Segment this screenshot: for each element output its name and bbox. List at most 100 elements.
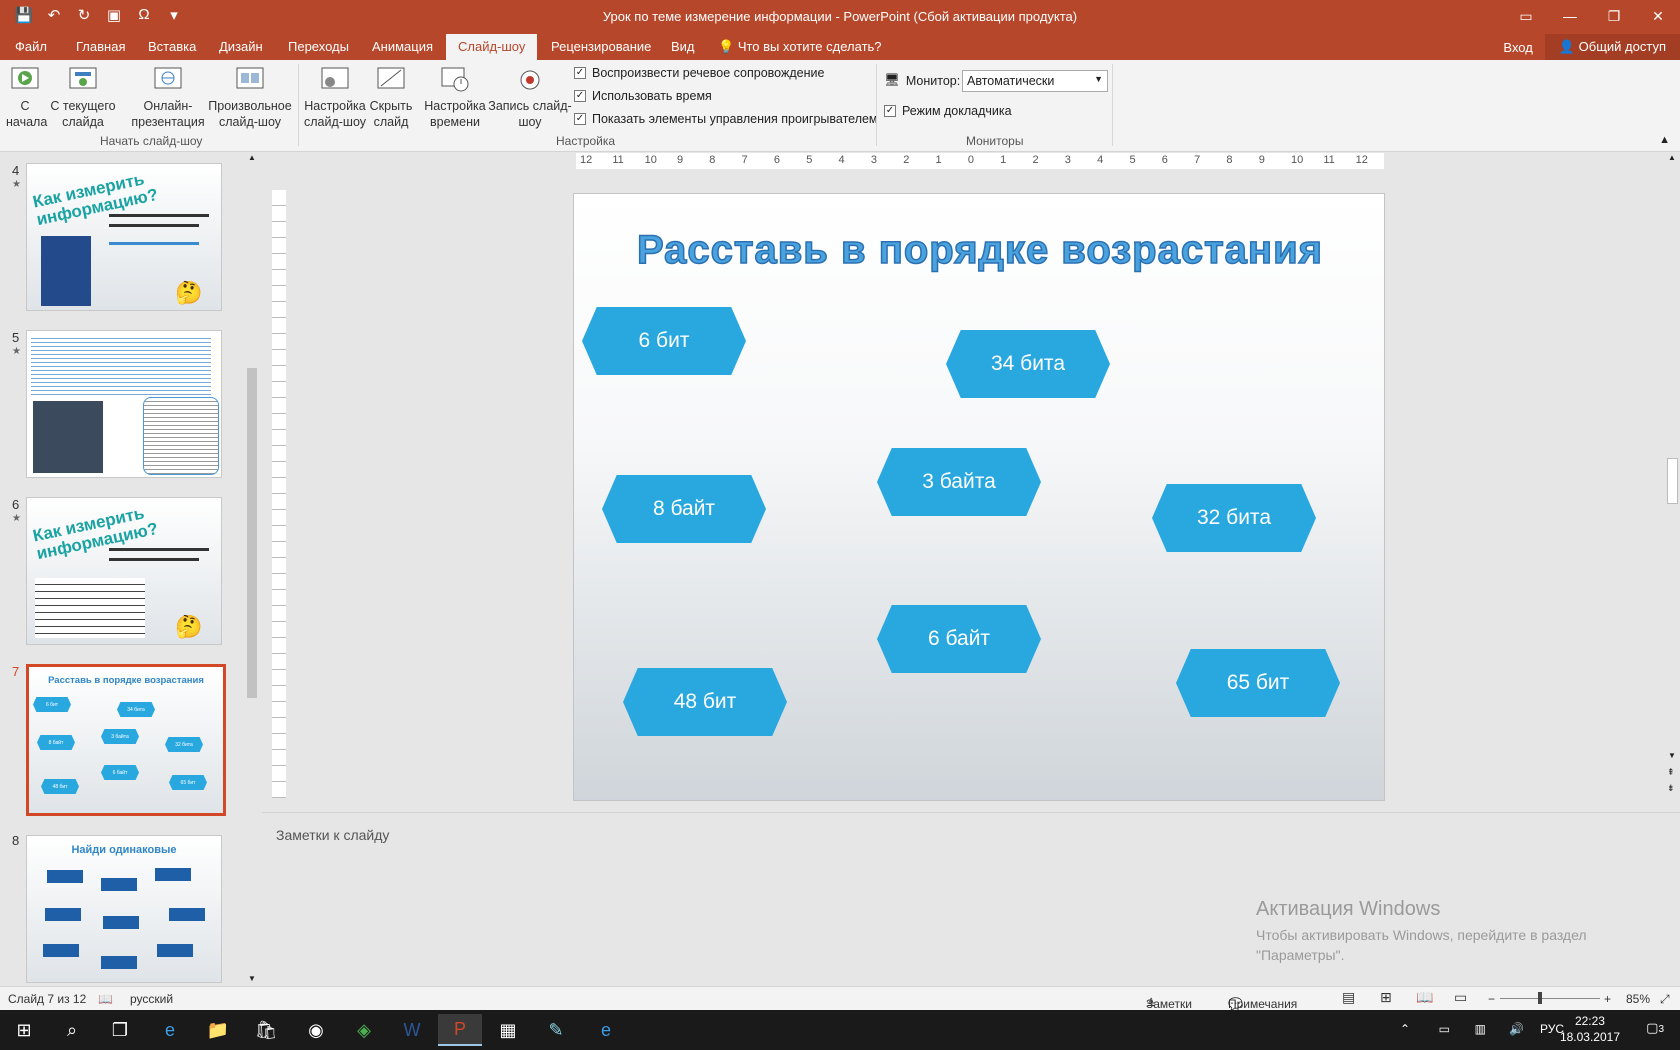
record-show-button[interactable]: Запись слайд- шоу (488, 64, 572, 130)
tab-insert[interactable]: Вставка (148, 39, 196, 54)
scroll-thumb[interactable] (247, 368, 257, 698)
zoom-out-icon[interactable]: − (1488, 992, 1495, 1006)
minimize-icon[interactable]: — (1548, 0, 1592, 32)
thumbnail-slide-6[interactable]: Как измерить информацию? 🤔 (26, 497, 222, 645)
edge-icon[interactable]: e (148, 1014, 192, 1046)
language-indicator[interactable]: русский (130, 992, 173, 1006)
monitor-dropdown[interactable]: Автоматически ▼ (962, 70, 1108, 92)
hex-item-65-bit[interactable]: 65 бит (1176, 649, 1340, 717)
hex-item-6-bayt[interactable]: 6 байт (877, 605, 1041, 673)
use-timings-label: Использовать время (592, 89, 712, 103)
normal-view-icon[interactable]: ▤ (1342, 989, 1355, 1006)
tab-view[interactable]: Вид (671, 39, 695, 54)
hide-slide-button[interactable]: Скрыть слайд (368, 64, 414, 130)
winrar-icon[interactable]: ▦ (486, 1014, 530, 1046)
powerpoint-icon[interactable]: P (438, 1014, 482, 1046)
app-icon[interactable]: ◈ (342, 1014, 386, 1046)
current-slide[interactable]: Расставь в порядке возрастания 6 бит 34 … (573, 193, 1385, 801)
tab-home[interactable]: Главная (76, 39, 125, 54)
hex-item-34-bita[interactable]: 34 бита (946, 330, 1110, 398)
thumbnail-slide-7[interactable]: Расставь в порядке возрастания 6 бит 34 … (26, 664, 226, 816)
scroll-down-icon[interactable]: ▼ (1668, 751, 1676, 760)
zoom-slider[interactable] (1500, 998, 1600, 999)
people-icon[interactable]: ⌃ (1400, 1022, 1410, 1036)
ruler-tick-label: 1 (935, 154, 942, 166)
store-icon[interactable]: 🛍 (244, 1014, 288, 1046)
tell-me-search[interactable]: 💡 Что вы хотите сделать? (718, 39, 882, 55)
notes-placeholder[interactable]: Заметки к слайду (276, 827, 389, 843)
notifications-icon[interactable]: ▢3 (1646, 1020, 1664, 1036)
slide-sorter-icon[interactable]: ⊞ (1380, 989, 1392, 1006)
scroll-thumb[interactable] (1667, 458, 1678, 504)
media-controls-checkbox[interactable]: ✓ Показать элементы управления проигрыва… (574, 112, 878, 126)
hex-item-48-bit[interactable]: 48 бит (623, 668, 787, 736)
tab-transitions[interactable]: Переходы (288, 39, 349, 54)
previous-slide-icon[interactable]: ⇞ (1667, 767, 1675, 778)
tab-review[interactable]: Рецензирование (551, 39, 651, 54)
battery-icon[interactable]: ▭ (1439, 1022, 1450, 1036)
system-clock[interactable]: 22:23 18.03.2017 (1560, 1013, 1620, 1045)
thumb-block (43, 944, 79, 957)
online-present-button[interactable]: Онлайн- презентация (126, 64, 210, 130)
slide-title[interactable]: Расставь в порядке возрастания (574, 227, 1386, 273)
scroll-up-icon[interactable]: ▲ (1668, 153, 1676, 162)
network-icon[interactable]: ▥ (1475, 1022, 1486, 1036)
notepad-icon[interactable]: ✎ (534, 1014, 578, 1046)
tab-design[interactable]: Дизайн (219, 39, 263, 54)
status-bar: Слайд 7 из 12 📖 русский ≜ Заметки 💬 Прим… (0, 986, 1680, 1011)
scroll-up-icon[interactable]: ▲ (248, 153, 256, 162)
hex-item-32-bita[interactable]: 32 бита (1152, 484, 1316, 552)
custom-label-2: слайд-шоу (218, 115, 282, 129)
hex-item-8-bayt[interactable]: 8 байт (602, 475, 766, 543)
file-explorer-icon[interactable]: 📁 (196, 1014, 240, 1046)
hex-item-6-bit[interactable]: 6 бит (582, 307, 746, 375)
vertical-ruler (272, 190, 286, 798)
thumbnails-scrollbar[interactable]: ▲ ▼ (245, 153, 259, 985)
maximize-icon[interactable]: ❐ (1592, 0, 1636, 32)
thumb-block (101, 956, 137, 969)
thumbnail-slide-4[interactable]: Как измерить информацию? 🤔 (26, 163, 222, 311)
use-timings-checkbox[interactable]: ✓ Использовать время (574, 89, 712, 103)
task-view-icon[interactable]: ❐ (98, 1014, 142, 1046)
editor-scrollbar[interactable]: ▲ ▼ ⇞ ⇟ (1665, 153, 1680, 798)
ribbon-display-icon[interactable]: ▭ (1504, 0, 1548, 32)
monitor-value: Автоматически (967, 74, 1055, 88)
tab-slideshow[interactable]: Слайд-шоу (446, 34, 538, 60)
volume-icon[interactable]: 🔊 (1509, 1022, 1524, 1036)
slideshow-view-icon[interactable]: ▭ (1454, 989, 1467, 1006)
windows-start-icon[interactable]: ⊞ (2, 1014, 46, 1046)
internet-explorer-icon[interactable]: e (584, 1014, 628, 1046)
collapse-ribbon-icon[interactable]: ▲ (1659, 134, 1670, 146)
zoom-in-icon[interactable]: + (1604, 992, 1611, 1006)
tab-file[interactable]: Файл (15, 39, 47, 54)
thumb-title: Найди одинаковые (71, 844, 177, 856)
search-icon[interactable]: ⌕ (50, 1014, 94, 1046)
rehearse-timings-button[interactable]: Настройка времени (422, 64, 488, 130)
from-beginning-button[interactable]: С начала (6, 64, 47, 130)
narration-checkbox[interactable]: ✓ Воспроизвести речевое сопровождение (574, 66, 824, 80)
share-button[interactable]: 👤 Общий доступ (1544, 34, 1680, 60)
setup-show-button[interactable]: Настройка слайд-шоу (302, 64, 368, 130)
thumb-number: 4 (12, 163, 20, 178)
thumb-hex: 6 байт (101, 765, 139, 780)
thumbnail-slide-5[interactable] (26, 330, 222, 478)
zoom-level[interactable]: 85% (1626, 992, 1650, 1006)
close-icon[interactable]: ✕ (1636, 0, 1680, 32)
next-slide-icon[interactable]: ⇟ (1667, 783, 1675, 794)
tab-animations[interactable]: Анимация (372, 39, 433, 54)
word-icon[interactable]: W (390, 1014, 434, 1046)
zoom-slider-thumb[interactable] (1538, 992, 1542, 1004)
hex-item-3-bayta[interactable]: 3 байта (877, 448, 1041, 516)
reading-view-icon[interactable]: 📖 (1416, 989, 1433, 1006)
custom-show-button[interactable]: Произвольное слайд-шоу (206, 64, 294, 130)
custom-label-1: Произвольное (208, 99, 292, 113)
scroll-down-icon[interactable]: ▼ (248, 974, 256, 983)
from-current-button[interactable]: С текущего слайда (48, 64, 118, 130)
thumbnail-slide-8[interactable]: Найди одинаковые (26, 835, 222, 983)
sign-in-link[interactable]: Вход (1503, 40, 1532, 55)
fit-slide-icon[interactable]: ⤢ (1660, 992, 1670, 1007)
chrome-icon[interactable]: ◉ (294, 1014, 338, 1046)
thumb-hex: 6 бит (33, 697, 71, 712)
spellcheck-icon[interactable]: 📖 (98, 992, 113, 1006)
presenter-view-checkbox[interactable]: ✓ Режим докладчика (884, 104, 1012, 118)
